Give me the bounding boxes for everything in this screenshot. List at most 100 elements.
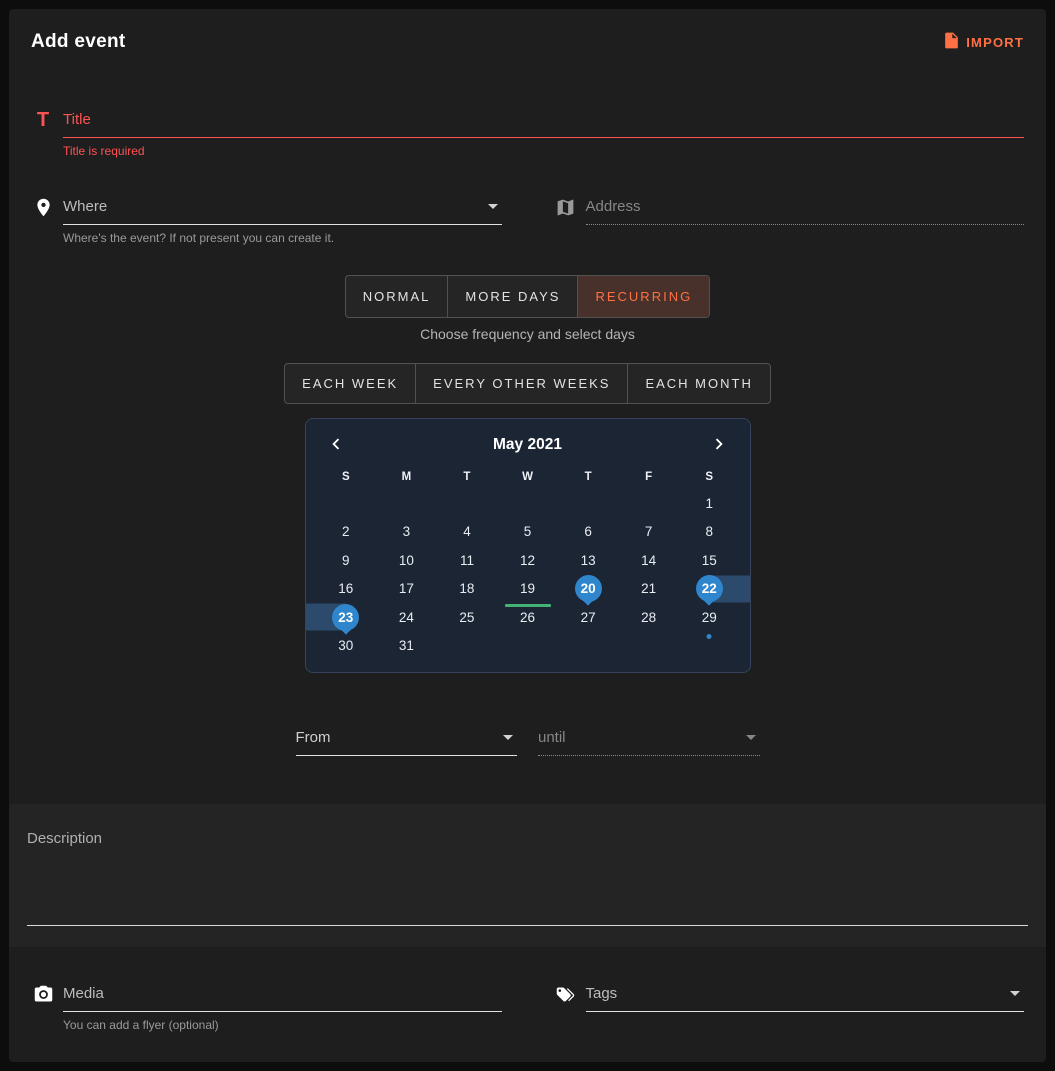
media-field-row: Media You can add a flyer (optional) — [31, 983, 502, 1032]
calendar-week-row: 23242526272829 — [316, 603, 740, 632]
calendar-day[interactable]: 29 — [679, 603, 740, 632]
address-field-row: Address — [554, 196, 1025, 245]
chevron-down-icon — [746, 735, 756, 740]
calendar-day[interactable]: 1 — [679, 489, 740, 518]
tags-field-row: Tags — [554, 983, 1025, 1032]
tags-select[interactable]: Tags — [586, 983, 1025, 1012]
calendar-day-empty — [437, 489, 498, 518]
title-placeholder: Title — [63, 111, 91, 128]
where-placeholder: Where — [63, 198, 107, 215]
calendar: May 2021 SMTWTFS 12345678910111213141516… — [305, 418, 751, 673]
tab-each-month[interactable]: EACH MONTH — [627, 364, 769, 403]
where-address-row: Where Where's the event? If not present … — [31, 196, 1024, 245]
tab-every-other-weeks[interactable]: EVERY OTHER WEEKS — [415, 364, 627, 403]
calendar-weekday-label: M — [376, 465, 437, 489]
calendar-day[interactable]: 30 — [316, 632, 377, 661]
description-underline — [27, 925, 1028, 926]
calendar-day[interactable]: 12 — [497, 546, 558, 575]
map-marker-icon — [31, 197, 55, 223]
calendar-weekday-label: F — [618, 465, 679, 489]
calendar-day-empty — [376, 489, 437, 518]
calendar-day[interactable]: 23 — [316, 603, 377, 632]
calendar-day[interactable]: 24 — [376, 603, 437, 632]
import-button[interactable]: IMPORT — [942, 31, 1024, 53]
media-tags-row: Media You can add a flyer (optional) Tag… — [31, 983, 1024, 1032]
media-hint: You can add a flyer (optional) — [63, 1018, 502, 1032]
calendar-day[interactable]: 10 — [376, 546, 437, 575]
where-hint: Where's the event? If not present you ca… — [63, 231, 502, 245]
card-header: Add event IMPORT — [9, 9, 1046, 53]
chevron-down-icon — [488, 204, 498, 209]
where-field-row: Where Where's the event? If not present … — [31, 196, 502, 245]
calendar-day[interactable]: 26 — [497, 603, 558, 632]
until-placeholder: until — [538, 729, 566, 746]
map-icon — [554, 197, 578, 223]
add-event-card: Add event IMPORT T Title Title is requir… — [9, 9, 1046, 1062]
calendar-day[interactable]: 4 — [437, 518, 498, 547]
page-title: Add event — [31, 31, 126, 53]
calendar-weekday-label: S — [316, 465, 377, 489]
calendar-day[interactable]: 7 — [618, 518, 679, 547]
calendar-day[interactable]: 6 — [558, 518, 619, 547]
calendar-day-empty — [558, 489, 619, 518]
calendar-day[interactable]: 14 — [618, 546, 679, 575]
calendar-day[interactable]: 2 — [316, 518, 377, 547]
calendar-day-empty — [497, 489, 558, 518]
calendar-day[interactable]: 28 — [618, 603, 679, 632]
description-placeholder: Description — [27, 830, 1028, 847]
calendar-day-empty — [679, 632, 740, 661]
calendar-week-row: 1 — [316, 489, 740, 518]
frequency-hint: Choose frequency and select days — [9, 326, 1046, 342]
calendar-day[interactable]: 9 — [316, 546, 377, 575]
tab-normal[interactable]: NORMAL — [346, 276, 448, 317]
tags-icon — [554, 984, 578, 1010]
chevron-down-icon — [503, 735, 513, 740]
description-editor[interactable]: Description — [9, 804, 1046, 947]
calendar-header: May 2021 — [316, 425, 740, 465]
calendar-day[interactable]: 8 — [679, 518, 740, 547]
calendar-day[interactable]: 18 — [437, 575, 498, 604]
calendar-day-empty — [618, 489, 679, 518]
where-select[interactable]: Where — [63, 196, 502, 225]
calendar-day-empty — [497, 632, 558, 661]
calendar-week-row: 16171819202122 — [316, 575, 740, 604]
calendar-day[interactable]: 27 — [558, 603, 619, 632]
title-input[interactable]: Title — [63, 109, 1024, 138]
tab-each-week[interactable]: EACH WEEK — [285, 364, 415, 403]
address-input: Address — [586, 196, 1025, 225]
calendar-day[interactable]: 15 — [679, 546, 740, 575]
calendar-day[interactable]: 31 — [376, 632, 437, 661]
calendar-weekday-row: SMTWTFS — [316, 465, 740, 489]
calendar-month-label: May 2021 — [493, 436, 562, 454]
calendar-weekday-label: T — [437, 465, 498, 489]
tab-more-days[interactable]: MORE DAYS — [447, 276, 577, 317]
calendar-day-empty — [618, 632, 679, 661]
calendar-day[interactable]: 22 — [679, 575, 740, 604]
title-error: Title is required — [63, 144, 1024, 158]
from-placeholder: From — [296, 729, 331, 746]
tab-recurring[interactable]: RECURRING — [577, 276, 709, 317]
calendar-day[interactable]: 11 — [437, 546, 498, 575]
calendar-weekday-label: W — [497, 465, 558, 489]
tags-placeholder: Tags — [586, 985, 618, 1002]
event-type-tabs: NORMAL MORE DAYS RECURRING Choose freque… — [9, 275, 1046, 342]
chevron-right-icon — [708, 433, 730, 458]
file-import-icon — [942, 31, 961, 53]
title-field-row: T Title Title is required — [31, 109, 1024, 158]
calendar-day[interactable]: 3 — [376, 518, 437, 547]
calendar-day[interactable]: 16 — [316, 575, 377, 604]
calendar-prev-button[interactable] — [322, 431, 350, 459]
media-input[interactable]: Media — [63, 983, 502, 1012]
from-time-select[interactable]: From — [296, 727, 518, 756]
calendar-day[interactable]: 21 — [618, 575, 679, 604]
calendar-week-row: 3031 — [316, 632, 740, 661]
calendar-day[interactable]: 25 — [437, 603, 498, 632]
calendar-weekday-label: T — [558, 465, 619, 489]
calendar-day[interactable]: 17 — [376, 575, 437, 604]
calendar-day[interactable]: 5 — [497, 518, 558, 547]
calendar-next-button[interactable] — [705, 431, 733, 459]
calendar-day[interactable]: 19 — [497, 575, 558, 604]
calendar-day[interactable]: 20 — [558, 575, 619, 604]
calendar-grid: 1234567891011121314151617181920212223242… — [316, 489, 740, 660]
calendar-day[interactable]: 13 — [558, 546, 619, 575]
